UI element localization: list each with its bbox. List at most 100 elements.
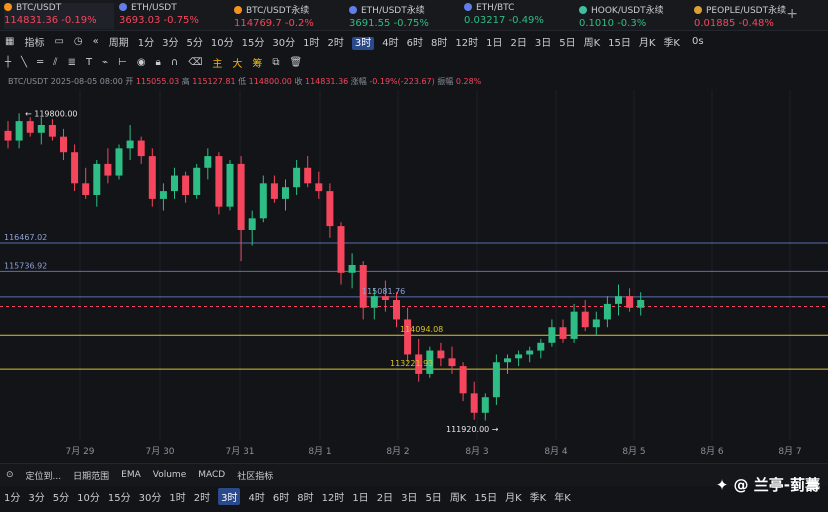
candlestick-chart[interactable]: ← 119800.00 116467.02 115736.92 115081.76 11…	[0, 90, 828, 440]
timeframe-2日[interactable]: 2日	[510, 38, 526, 49]
bottom-timeframe-1日[interactable]: 1日	[352, 489, 368, 504]
timeframe-12时[interactable]: 12时	[455, 38, 478, 49]
ticker-price: 3691.55	[349, 18, 391, 29]
hline-tool-icon[interactable]: ═	[37, 57, 43, 68]
trash-icon[interactable]: 🗑︎	[289, 57, 302, 68]
bottom-timeframe-3日[interactable]: 3日	[401, 489, 417, 504]
bottom-timeframe-5分[interactable]: 5分	[53, 489, 69, 504]
bottom-timeframe-30分[interactable]: 30分	[139, 489, 162, 504]
magnet-icon[interactable]: ∩	[171, 57, 178, 68]
bottom-timeframe-年K[interactable]: 年K	[554, 489, 571, 504]
ticker-tab[interactable]: ETH/USDT永续 3691.55 -0.75%	[349, 3, 459, 29]
ticker-tab[interactable]: HOOK/USDT永续 0.1010 -0.3%	[579, 3, 689, 29]
timeframe-月K[interactable]: 月K	[639, 38, 656, 49]
bottom-timeframe-10分[interactable]: 10分	[77, 489, 100, 504]
channel-tool-icon[interactable]: ⫽	[53, 57, 57, 68]
timeframe-周K[interactable]: 周K	[584, 38, 601, 49]
timeframe-1分[interactable]: 1分	[138, 38, 154, 49]
fib-tool-icon[interactable]: ≣	[68, 57, 76, 68]
ticker-name: HOOK/USDT永续	[591, 6, 664, 16]
x-tick-label: 7月 31	[225, 447, 255, 457]
bottom-timeframe-2时[interactable]: 2时	[194, 489, 210, 504]
x-tick-label: 8月 4	[544, 447, 568, 457]
timeframe-15日[interactable]: 15日	[608, 38, 631, 49]
ruler-tool-icon[interactable]: ⊢	[118, 57, 127, 68]
lock-icon[interactable]: 🔒︎	[156, 57, 161, 68]
ticker-change: -0.3%	[617, 18, 647, 29]
timeframe-1日[interactable]: 1日	[486, 38, 502, 49]
coin-icon	[464, 3, 472, 11]
bottom-timeframe-季K[interactable]: 季K	[530, 489, 547, 504]
bottom-timeframe-5日[interactable]: 5日	[425, 489, 441, 504]
bottom-timeframe-3时[interactable]: 3时	[218, 487, 241, 505]
candle-body	[270, 183, 278, 199]
eye-icon[interactable]: ◉	[137, 57, 146, 68]
candle-body	[615, 296, 622, 304]
ticker-tab[interactable]: ETH/USDT 3693.03 -0.75%	[119, 3, 229, 29]
timeframe-toolbar: ▦ 指标 ▭ ◷ « 周期 1分 3分 5分 10分 15分 30分 1时 2时 3时 4时 6时 8…	[0, 32, 828, 50]
candle-body	[304, 167, 312, 184]
locate-button[interactable]: 定位到...	[26, 469, 62, 482]
timeframe-4时[interactable]: 4时	[382, 38, 398, 49]
timeframe-5日[interactable]: 5日	[559, 38, 575, 49]
ticker-tab[interactable]: ETH/BTC 0.03217 -0.49%	[464, 3, 574, 29]
bottom-timeframe-4时[interactable]: 4时	[248, 489, 264, 504]
indicators-button[interactable]: 指标	[24, 34, 44, 49]
chip-toggle[interactable]: 筹	[252, 55, 262, 70]
ticker-change: -0.75%	[163, 15, 199, 26]
bottom-timeframe-1时[interactable]: 1时	[169, 489, 185, 504]
bottom-timeframe-周K[interactable]: 周K	[450, 489, 467, 504]
timeframe-15分[interactable]: 15分	[242, 38, 265, 49]
delete-icon[interactable]: ⌫	[188, 57, 202, 68]
timeframe-8时[interactable]: 8时	[431, 38, 447, 49]
bottom-timeframe-6时[interactable]: 6时	[273, 489, 289, 504]
macd-indicator[interactable]: MACD	[198, 470, 225, 480]
timeframe-10分[interactable]: 10分	[211, 38, 234, 49]
ticker-tab[interactable]: BTC/USDT 114831.36 -0.19%	[4, 3, 114, 29]
ticker-tab[interactable]: BTC/USDT永续 114769.7 -0.2%	[234, 3, 344, 29]
timeframe-3时[interactable]: 3时	[351, 36, 375, 50]
community-indicator[interactable]: 社区指标	[237, 469, 273, 482]
locate-icon[interactable]: ⊙	[6, 470, 14, 480]
bottom-timeframe-月K[interactable]: 月K	[505, 489, 522, 504]
timeframe-6时[interactable]: 6时	[407, 38, 423, 49]
timeframe-季K[interactable]: 季K	[663, 38, 680, 49]
crosshair-icon[interactable]: ┼	[5, 57, 11, 68]
level-label-5: 113221.93	[390, 359, 433, 368]
bottom-timeframe-15分[interactable]: 15分	[108, 489, 131, 504]
text-tool-icon[interactable]: T	[86, 57, 92, 68]
timeframe-3分[interactable]: 3分	[162, 38, 178, 49]
ticker-tabs: BTC/USDT 114831.36 -0.19% ETH/USDT 3693.03 …	[0, 0, 828, 31]
calendar-icon[interactable]: ▭	[54, 36, 63, 47]
main-chart-toggle[interactable]: 主	[212, 55, 222, 70]
line-tool-icon[interactable]: ╲	[21, 57, 27, 68]
candle-body	[226, 163, 234, 207]
timeframe-3日[interactable]: 3日	[535, 38, 551, 49]
timeframe-2时[interactable]: 2时	[327, 38, 343, 49]
bottom-timeframe-3分[interactable]: 3分	[28, 489, 44, 504]
candle-body	[259, 183, 267, 219]
candle-body	[293, 167, 301, 188]
timeframe-5分[interactable]: 5分	[187, 38, 203, 49]
brush-tool-icon[interactable]: ⌁	[102, 57, 108, 68]
add-tab-icon[interactable]: +	[786, 6, 798, 22]
ticker-name: BTC/USDT	[16, 3, 62, 13]
indicators-icon[interactable]: ▦	[5, 36, 14, 47]
timeframe-30分[interactable]: 30分	[272, 38, 295, 49]
bottom-timeframe-15日[interactable]: 15日	[474, 489, 497, 504]
layers-icon[interactable]: ⧉	[272, 57, 279, 68]
bottom-timeframe-2日[interactable]: 2日	[377, 489, 393, 504]
bottom-timeframe-8时[interactable]: 8时	[297, 489, 313, 504]
period-dropdown[interactable]: 周期	[109, 34, 129, 49]
volume-indicator[interactable]: Volume	[153, 470, 186, 480]
timer-icon[interactable]: ◷	[74, 36, 83, 47]
ema-indicator[interactable]: EMA	[121, 470, 141, 480]
rewind-icon[interactable]: «	[93, 36, 99, 47]
ticker-price: 0.01885	[694, 18, 736, 29]
bottom-timeframe-12时[interactable]: 12时	[322, 489, 345, 504]
bottom-timeframe-1分[interactable]: 1分	[4, 489, 20, 504]
date-range-button[interactable]: 日期范围	[73, 469, 109, 482]
timeframe-1时[interactable]: 1时	[303, 38, 319, 49]
ticker-change: -0.48%	[738, 18, 774, 29]
big-order-toggle[interactable]: 大	[232, 55, 242, 70]
